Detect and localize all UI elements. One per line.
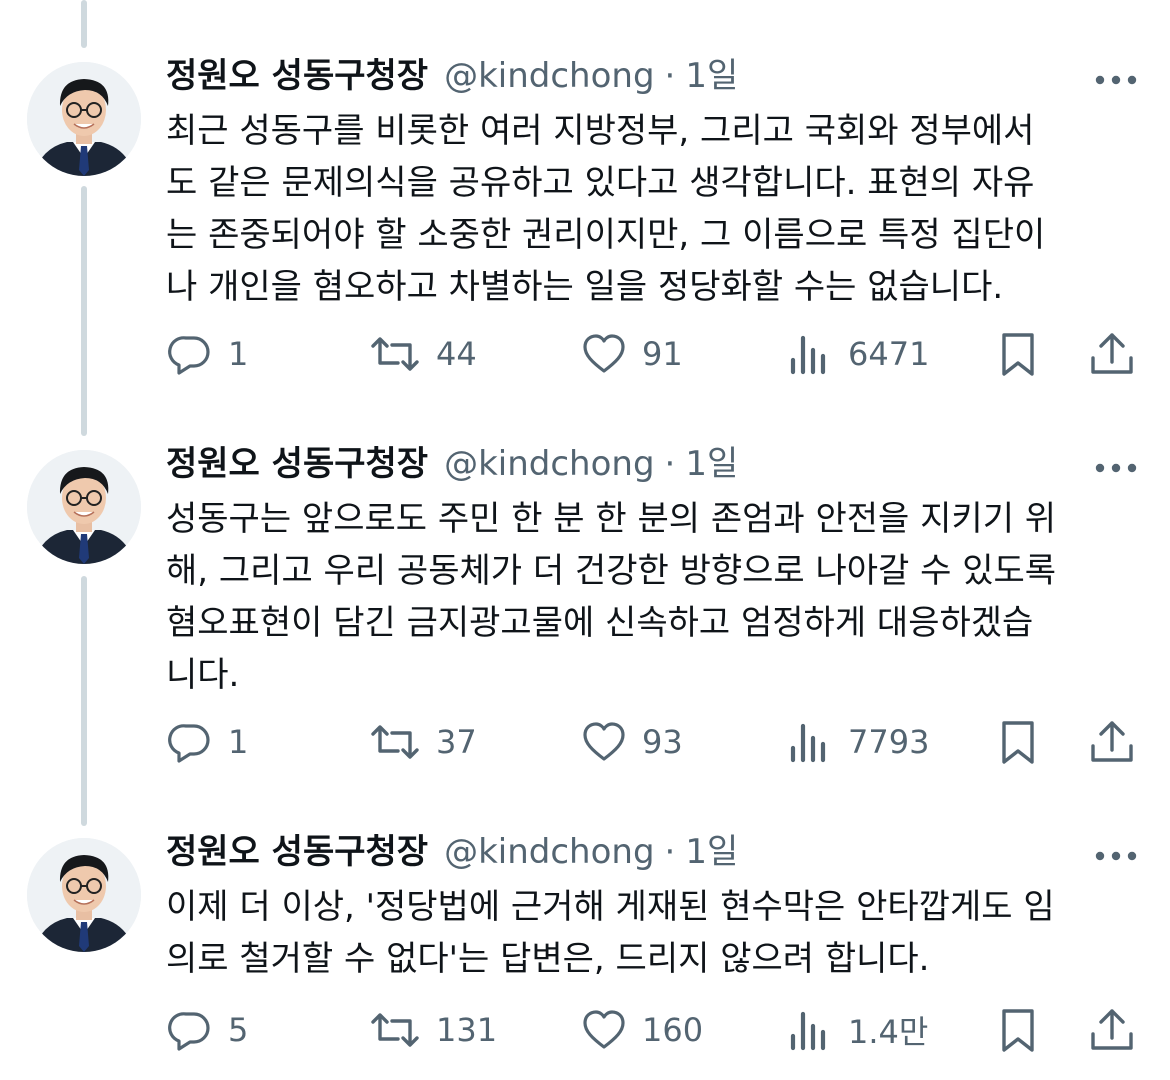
retweet-button[interactable]: 131 <box>368 1004 497 1056</box>
tweet-text-line: 의로 철거할 수 없다'는 답변은, 드리지 않으려 합니다. <box>166 939 930 979</box>
bar-chart-icon <box>786 718 834 766</box>
bookmark-icon <box>994 330 1042 378</box>
tweet-text-line: 성동구는 앞으로도 주민 한 분 한 분의 존엄과 안전을 지키기 위 <box>166 499 1057 539</box>
bookmark-icon <box>994 1006 1042 1054</box>
action-bar: 5 131 160 1.4만 <box>166 1004 1146 1056</box>
reply-button[interactable]: 1 <box>166 328 248 380</box>
share-button[interactable] <box>1088 1004 1136 1056</box>
reply-count: 5 <box>228 1011 249 1049</box>
action-bar: 1 44 91 6471 <box>166 328 1146 380</box>
avatar[interactable] <box>27 838 141 952</box>
author-handle[interactable]: @kindchong <box>444 444 654 484</box>
reply-button[interactable]: 5 <box>166 1004 248 1056</box>
author-name[interactable]: 정원오 성동구청장 <box>166 56 428 96</box>
tweet-text-line: 혐오표현이 담긴 금지광고물에 신속하고 엄정하게 대응하겠습 <box>166 603 1034 643</box>
share-button[interactable] <box>1088 716 1136 768</box>
more-horizontal-icon[interactable] <box>1092 456 1140 480</box>
retweet-count: 44 <box>436 335 477 373</box>
retweet-count: 131 <box>436 1011 498 1049</box>
retweet-icon <box>368 1006 422 1054</box>
bookmark-button[interactable] <box>994 716 1042 768</box>
tweet-text: 최근 성동구를 비롯한 여러 지방정부, 그리고 국회와 정부에서 도 같은 문… <box>166 105 1126 313</box>
view-count: 1.4만 <box>848 1013 929 1051</box>
tweet-header: 정원오 성동구청장 @kindchong · 1일 <box>166 444 738 484</box>
bookmark-button[interactable] <box>994 328 1042 380</box>
share-upload-icon <box>1088 1006 1136 1054</box>
heart-icon <box>580 1006 628 1054</box>
thread-line-1 <box>81 186 87 436</box>
action-bar: 1 37 93 7793 <box>166 716 1146 768</box>
like-count: 91 <box>642 335 683 373</box>
bar-chart-icon <box>786 1006 834 1054</box>
like-button[interactable]: 91 <box>580 328 683 380</box>
author-handle[interactable]: @kindchong <box>444 832 654 872</box>
avatar[interactable] <box>27 450 141 564</box>
reply-bubble-icon <box>166 1006 214 1054</box>
tweet-text: 성동구는 앞으로도 주민 한 분 한 분의 존엄과 안전을 지키기 위 해, 그… <box>166 493 1126 701</box>
separator-dot: · <box>664 832 676 872</box>
tweet-text: 이제 더 이상, '정당법에 근거해 게재된 현수막은 안타깝게도 임 의로 철… <box>166 881 1126 985</box>
tweet-time[interactable]: 1일 <box>685 56 738 96</box>
reply-button[interactable]: 1 <box>166 716 248 768</box>
separator-dot: · <box>664 56 676 96</box>
retweet-button[interactable]: 37 <box>368 716 477 768</box>
reply-bubble-icon <box>166 330 214 378</box>
tweet-header: 정원오 성동구청장 @kindchong · 1일 <box>166 832 738 872</box>
tweet-time[interactable]: 1일 <box>685 832 738 872</box>
tweet-time[interactable]: 1일 <box>685 444 738 484</box>
tweet-header: 정원오 성동구청장 @kindchong · 1일 <box>166 56 738 96</box>
like-count: 93 <box>642 723 683 761</box>
retweet-icon <box>368 718 422 766</box>
tweet-text-line: 나 개인을 혐오하고 차별하는 일을 정당화할 수는 없습니다. <box>166 267 1004 307</box>
bookmark-button[interactable] <box>994 1004 1042 1056</box>
thread-line-2 <box>81 576 87 826</box>
author-name[interactable]: 정원오 성동구청장 <box>166 832 428 872</box>
views-button[interactable]: 6471 <box>786 328 929 380</box>
separator-dot: · <box>664 444 676 484</box>
share-button[interactable] <box>1088 328 1136 380</box>
more-horizontal-icon[interactable] <box>1092 68 1140 92</box>
tweet-text-line: 이제 더 이상, '정당법에 근거해 게재된 현수막은 안타깝게도 임 <box>166 887 1055 927</box>
reply-bubble-icon <box>166 718 214 766</box>
bookmark-icon <box>994 718 1042 766</box>
tweet-text-line: 는 존중되어야 할 소중한 권리이지만, 그 이름으로 특정 집단이 <box>166 215 1046 255</box>
view-count: 7793 <box>848 723 930 761</box>
retweet-icon <box>368 330 422 378</box>
tweet-text-line: 해, 그리고 우리 공동체가 더 건강한 방향으로 나아갈 수 있도록 <box>166 551 1057 591</box>
tweet-text-line: 니다. <box>166 655 240 695</box>
views-button[interactable]: 7793 <box>786 716 929 768</box>
share-upload-icon <box>1088 718 1136 766</box>
reply-count: 1 <box>228 335 249 373</box>
heart-icon <box>580 330 628 378</box>
reply-count: 1 <box>228 723 249 761</box>
retweet-button[interactable]: 44 <box>368 328 477 380</box>
view-count: 6471 <box>848 335 930 373</box>
thread-line-top <box>81 0 87 48</box>
like-button[interactable]: 93 <box>580 716 683 768</box>
bar-chart-icon <box>786 330 834 378</box>
views-button[interactable]: 1.4만 <box>786 1004 928 1056</box>
share-upload-icon <box>1088 330 1136 378</box>
like-count: 160 <box>642 1011 704 1049</box>
author-handle[interactable]: @kindchong <box>444 56 654 96</box>
heart-icon <box>580 718 628 766</box>
author-name[interactable]: 정원오 성동구청장 <box>166 444 428 484</box>
avatar[interactable] <box>27 62 141 176</box>
more-horizontal-icon[interactable] <box>1092 844 1140 868</box>
retweet-count: 37 <box>436 723 477 761</box>
like-button[interactable]: 160 <box>580 1004 703 1056</box>
tweet-text-line: 도 같은 문제의식을 공유하고 있다고 생각합니다. 표현의 자유 <box>166 163 1035 203</box>
tweet-text-line: 최근 성동구를 비롯한 여러 지방정부, 그리고 국회와 정부에서 <box>166 111 1035 151</box>
